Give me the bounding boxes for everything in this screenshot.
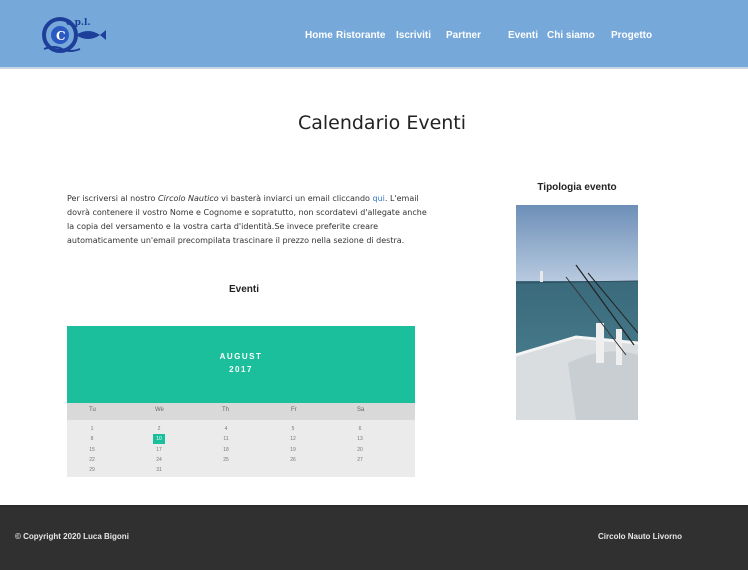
site-header: C c.p.l. Home Ristorante Iscriviti Partn… — [0, 0, 748, 69]
events-heading: Eventi — [228, 284, 259, 295]
events-calendar: AUGUST 2017 Tu We Th Fr Sa 1 2 4 5 6 8 10 11 12 1… — [67, 326, 415, 477]
calendar-month: AUGUST — [219, 352, 263, 361]
footer-site-name[interactable]: Circolo Nauto Livorno — [598, 532, 682, 541]
calendar-day[interactable]: 13 — [354, 436, 366, 442]
calendar-day[interactable]: 24 — [153, 457, 165, 463]
nav-home[interactable]: Home — [305, 30, 333, 41]
nav-iscriviti[interactable]: Iscriviti — [396, 30, 431, 41]
nav-eventi[interactable]: Eventi — [508, 30, 538, 41]
event-type-photo — [516, 205, 638, 420]
calendar-day[interactable]: 8 — [86, 436, 98, 442]
calendar-day[interactable]: 18 — [220, 447, 232, 453]
calendar-day[interactable]: 6 — [354, 426, 366, 432]
nav-partner[interactable]: Partner — [446, 30, 481, 41]
calendar-day[interactable]: 20 — [354, 447, 366, 453]
calendar-day[interactable]: 2 — [153, 426, 165, 432]
calendar-day[interactable]: 19 — [287, 447, 299, 453]
calendar-day[interactable]: 4 — [220, 426, 232, 432]
nav-progetto[interactable]: Progetto — [611, 30, 652, 41]
club-logo[interactable]: C c.p.l. — [40, 13, 106, 55]
event-type-heading: Tipologia evento — [537, 182, 617, 193]
intro-paragraph: Per iscriversi al nostro Circolo Nautico… — [67, 192, 427, 248]
calendar-year: 2017 — [229, 365, 253, 374]
weekday-row: Tu We Th Fr Sa — [67, 403, 415, 420]
weekday-label: Sa — [357, 407, 365, 413]
calendar-day[interactable]: 29 — [86, 467, 98, 473]
calendar-day[interactable]: 12 — [287, 436, 299, 442]
site-footer: © Copyright 2020 Luca Bigoni Circolo Nau… — [0, 505, 748, 570]
nav-chi-siamo[interactable]: Chi siamo — [547, 30, 595, 41]
weekday-label: Fr — [291, 407, 297, 413]
weekday-label: Th — [222, 407, 230, 413]
calendar-day-selected[interactable]: 10 — [153, 434, 165, 444]
calendar-day[interactable]: 25 — [220, 457, 232, 463]
svg-text:c.p.l.: c.p.l. — [66, 18, 91, 28]
calendar-day[interactable]: 27 — [354, 457, 366, 463]
calendar-day[interactable]: 26 — [287, 457, 299, 463]
nav-ristorante[interactable]: Ristorante — [336, 30, 385, 41]
intro-text-1: Per iscriversi al nostro — [67, 194, 158, 203]
calendar-day[interactable]: 15 — [86, 447, 98, 453]
calendar-header: AUGUST 2017 — [67, 326, 415, 403]
page-title: Calendario Eventi — [297, 112, 467, 134]
calendar-day[interactable]: 1 — [86, 426, 98, 432]
weekday-label: We — [155, 407, 164, 413]
weekday-label: Tu — [89, 407, 96, 413]
email-link[interactable]: qui — [372, 194, 384, 203]
calendar-day[interactable]: 22 — [86, 457, 98, 463]
svg-text:C: C — [56, 29, 66, 43]
calendar-day[interactable]: 17 — [153, 447, 165, 453]
calendar-day[interactable]: 11 — [220, 436, 232, 442]
calendar-day[interactable]: 5 — [287, 426, 299, 432]
intro-club-name: Circolo Nautico — [157, 194, 219, 203]
intro-text-2: vi basterà inviarci un email cliccando — [218, 194, 373, 203]
copyright-text: © Copyright 2020 Luca Bigoni — [15, 532, 129, 541]
calendar-day[interactable]: 31 — [153, 467, 165, 473]
